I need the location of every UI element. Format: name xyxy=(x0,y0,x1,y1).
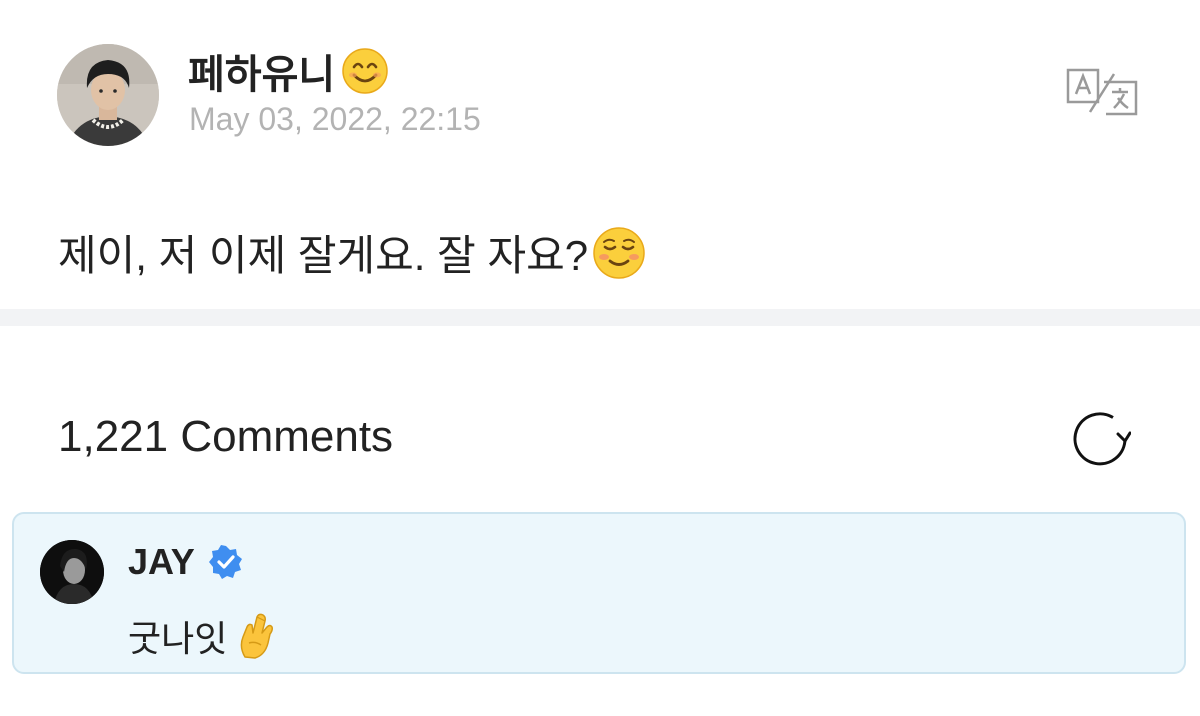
post-timestamp: May 03, 2022, 22:15 xyxy=(189,101,481,137)
comment-author[interactable]: JAY xyxy=(128,541,243,583)
crossed-fingers-icon xyxy=(235,613,277,659)
comment-author-avatar-image xyxy=(40,540,104,604)
post-body: 제이, 저 이제 잘게요. 잘 자요? xyxy=(58,222,646,283)
comment-body: 굿나잇 xyxy=(128,610,277,662)
comment-author-avatar[interactable] xyxy=(40,540,104,604)
author-name[interactable]: 페하유니 xyxy=(188,42,389,100)
verified-badge-icon xyxy=(208,545,243,579)
smiling-face-icon xyxy=(341,47,389,95)
author-avatar-image xyxy=(57,44,159,146)
translate-icon xyxy=(1066,68,1138,116)
refresh-icon xyxy=(1073,412,1132,466)
comments-count: 1,221 Comments xyxy=(58,412,394,461)
post-page: 페하유니 May 03, 2022, 22:15 제이, 저 이제 잘게요. 잘… xyxy=(0,0,1200,716)
translate-button[interactable] xyxy=(1066,68,1138,116)
comment-body-text: 굿나잇 xyxy=(128,618,228,659)
author-avatar[interactable] xyxy=(57,44,159,146)
post-body-text: 제이, 저 이제 잘게요. 잘 자요? xyxy=(58,232,589,279)
refresh-button[interactable] xyxy=(1073,412,1132,466)
section-divider xyxy=(0,309,1200,326)
smiling-face-icon xyxy=(592,226,646,280)
author-name-text: 페하유니 xyxy=(188,53,336,97)
comment-author-name: JAY xyxy=(128,541,195,582)
